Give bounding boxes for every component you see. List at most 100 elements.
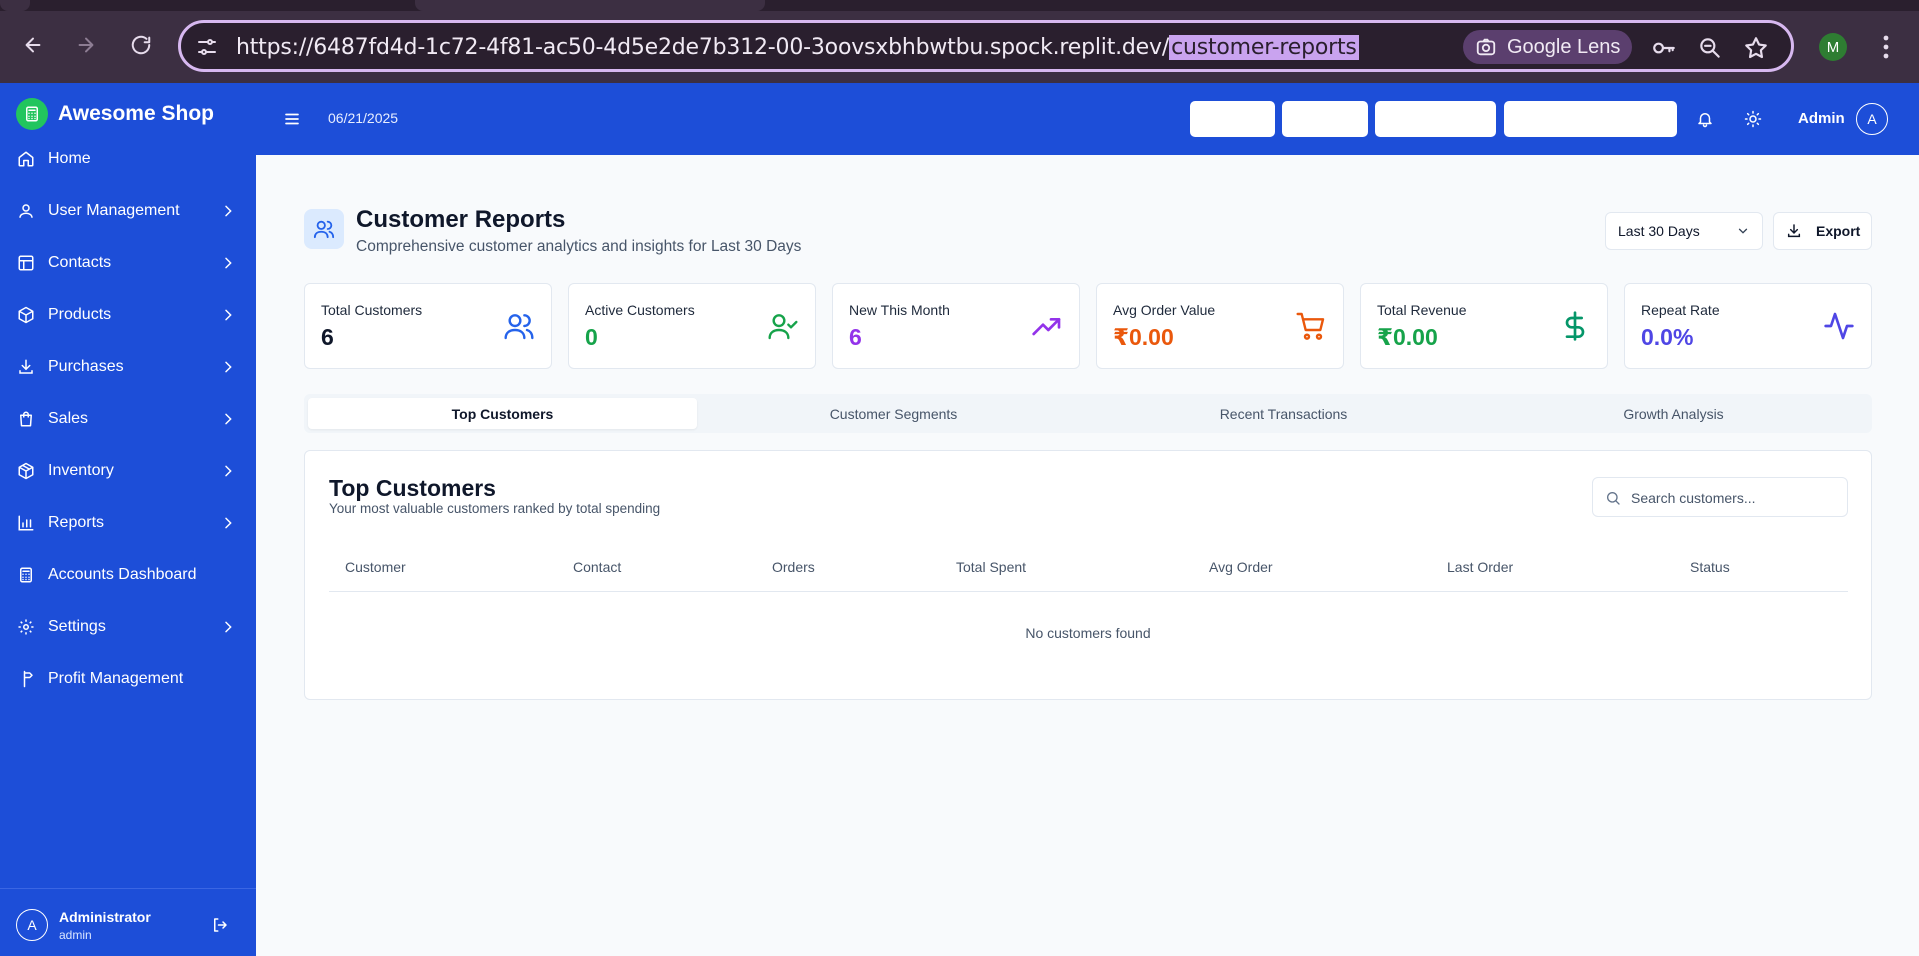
sidebar-item-inventory[interactable]: Inventory bbox=[0, 449, 256, 493]
stat-card-total-revenue: Total Revenue ₹0.00 bbox=[1360, 283, 1608, 369]
stat-card-repeat-rate: Repeat Rate 0.0% bbox=[1624, 283, 1872, 369]
trending-up-icon bbox=[1032, 318, 1061, 336]
stat-title: Total Customers bbox=[321, 302, 423, 318]
header-user-label[interactable]: Admin bbox=[1798, 110, 1845, 127]
search-input[interactable] bbox=[1631, 487, 1836, 509]
chevron-right-icon bbox=[225, 465, 232, 477]
url-text[interactable]: https://6487fd4d-1c72-4f81-ac50-4d5e2de7… bbox=[236, 35, 1359, 60]
header-action-button-1[interactable] bbox=[1190, 101, 1275, 137]
sidebar-item-sales[interactable]: Sales bbox=[0, 397, 256, 441]
user-role: admin bbox=[59, 928, 92, 942]
sidebar-item-accounts-dashboard[interactable]: Accounts Dashboard bbox=[0, 553, 256, 597]
sidebar-item-home[interactable]: Home bbox=[0, 137, 256, 181]
tab-top-customers[interactable]: Top Customers bbox=[308, 398, 697, 429]
header-action-button-3[interactable] bbox=[1375, 101, 1496, 137]
tab-recent-transactions[interactable]: Recent Transactions bbox=[1089, 398, 1478, 429]
bar-chart-icon bbox=[17, 514, 35, 532]
back-button[interactable] bbox=[18, 30, 48, 60]
top-header: 06/21/2025 Admin A bbox=[256, 83, 1919, 155]
column-header-avg-order[interactable]: Avg Order bbox=[1209, 559, 1273, 575]
column-header-total-spent[interactable]: Total Spent bbox=[956, 559, 1026, 575]
sidebar-item-label: Sales bbox=[48, 410, 89, 427]
calculator-logo-icon bbox=[16, 98, 48, 130]
column-header-customer[interactable]: Customer bbox=[345, 559, 406, 575]
tab-growth-analysis[interactable]: Growth Analysis bbox=[1479, 398, 1868, 429]
stat-title: Avg Order Value bbox=[1113, 302, 1216, 318]
header-action-button-2[interactable] bbox=[1282, 101, 1368, 137]
users-icon bbox=[304, 209, 344, 249]
sidebar-item-user-management[interactable]: User Management bbox=[0, 189, 256, 233]
stat-value: 0 bbox=[585, 324, 598, 350]
password-key-icon[interactable] bbox=[1651, 35, 1677, 61]
reload-icon bbox=[131, 35, 151, 55]
sidebar-user: A Administrator admin bbox=[0, 888, 256, 956]
contacts-icon bbox=[17, 254, 35, 272]
arrow-left-icon bbox=[25, 37, 41, 53]
bell-icon[interactable] bbox=[1696, 110, 1714, 128]
sidebar: Awesome Shop Home User Management Contac… bbox=[0, 83, 256, 956]
menu-icon[interactable] bbox=[283, 110, 301, 128]
signpost-icon bbox=[17, 670, 35, 688]
stat-card-new-this-month: New This Month 6 bbox=[832, 283, 1080, 369]
sidebar-item-contacts[interactable]: Contacts bbox=[0, 241, 256, 285]
column-header-contact[interactable]: Contact bbox=[573, 559, 621, 575]
brand-name: Awesome Shop bbox=[58, 102, 214, 125]
stat-title: Total Revenue bbox=[1377, 302, 1467, 318]
sidebar-item-purchases[interactable]: Purchases bbox=[0, 345, 256, 389]
sidebar-item-label: Purchases bbox=[48, 358, 124, 375]
search-box[interactable] bbox=[1592, 477, 1848, 517]
sun-icon[interactable] bbox=[1744, 110, 1762, 128]
stat-title: New This Month bbox=[849, 302, 950, 318]
export-label: Export bbox=[1816, 223, 1861, 239]
brand[interactable]: Awesome Shop bbox=[16, 98, 214, 130]
sidebar-item-products[interactable]: Products bbox=[0, 293, 256, 337]
reload-button[interactable] bbox=[126, 30, 156, 60]
avatar[interactable]: A bbox=[1856, 103, 1888, 135]
export-button[interactable]: Export bbox=[1773, 212, 1872, 250]
sidebar-item-label: Accounts Dashboard bbox=[48, 566, 197, 583]
bookmark-star-icon[interactable] bbox=[1743, 35, 1769, 61]
column-header-last-order[interactable]: Last Order bbox=[1447, 559, 1513, 575]
stat-value: 6 bbox=[321, 324, 334, 350]
profile-avatar[interactable]: M bbox=[1819, 33, 1847, 61]
chevron-down-icon bbox=[1738, 228, 1748, 234]
address-bar[interactable]: https://6487fd4d-1c72-4f81-ac50-4d5e2de7… bbox=[178, 20, 1794, 72]
chevron-right-icon bbox=[225, 257, 232, 269]
stat-title: Active Customers bbox=[585, 302, 695, 318]
sidebar-item-profit-management[interactable]: Profit Management bbox=[0, 657, 256, 701]
tab-strip bbox=[0, 0, 1919, 11]
chevron-right-icon bbox=[225, 621, 232, 633]
page-title: Customer Reports bbox=[356, 206, 566, 233]
chevron-right-icon bbox=[225, 517, 232, 529]
cart-icon bbox=[1296, 312, 1325, 340]
stat-value: ₹0.00 bbox=[1377, 324, 1438, 350]
date-range-select[interactable]: Last 30 Days bbox=[1605, 212, 1763, 250]
site-settings-icon[interactable] bbox=[195, 35, 219, 59]
header-action-button-4[interactable] bbox=[1504, 101, 1677, 137]
panel-subtitle: Your most valuable customers ranked by t… bbox=[329, 501, 661, 516]
header-date: 06/21/2025 bbox=[328, 110, 399, 126]
home-icon bbox=[17, 150, 35, 168]
column-header-orders[interactable]: Orders bbox=[772, 559, 815, 575]
stat-value: 0.0% bbox=[1641, 324, 1694, 350]
sidebar-item-settings[interactable]: Settings bbox=[0, 605, 256, 649]
stat-value: ₹0.00 bbox=[1113, 324, 1174, 350]
activity-icon bbox=[1824, 312, 1854, 340]
more-vert-icon[interactable] bbox=[1874, 32, 1898, 62]
browser-chrome: https://6487fd4d-1c72-4f81-ac50-4d5e2de7… bbox=[0, 0, 1919, 83]
google-lens-button[interactable]: Google Lens bbox=[1463, 30, 1632, 64]
forward-button[interactable] bbox=[71, 30, 101, 60]
browser-tab-active[interactable] bbox=[415, 0, 765, 11]
column-header-status[interactable]: Status bbox=[1690, 559, 1730, 575]
user-name: Administrator bbox=[59, 909, 151, 925]
chevron-right-icon bbox=[225, 205, 232, 217]
browser-tab-fragment[interactable] bbox=[0, 0, 30, 11]
sidebar-item-label: Inventory bbox=[48, 462, 114, 479]
zoom-icon[interactable] bbox=[1697, 35, 1723, 61]
sidebar-item-reports[interactable]: Reports bbox=[0, 501, 256, 545]
tab-customer-segments[interactable]: Customer Segments bbox=[699, 398, 1088, 429]
logout-icon[interactable] bbox=[211, 916, 229, 934]
gear-icon bbox=[17, 618, 35, 636]
avatar[interactable]: A bbox=[16, 909, 48, 941]
stat-value: 6 bbox=[849, 324, 862, 350]
